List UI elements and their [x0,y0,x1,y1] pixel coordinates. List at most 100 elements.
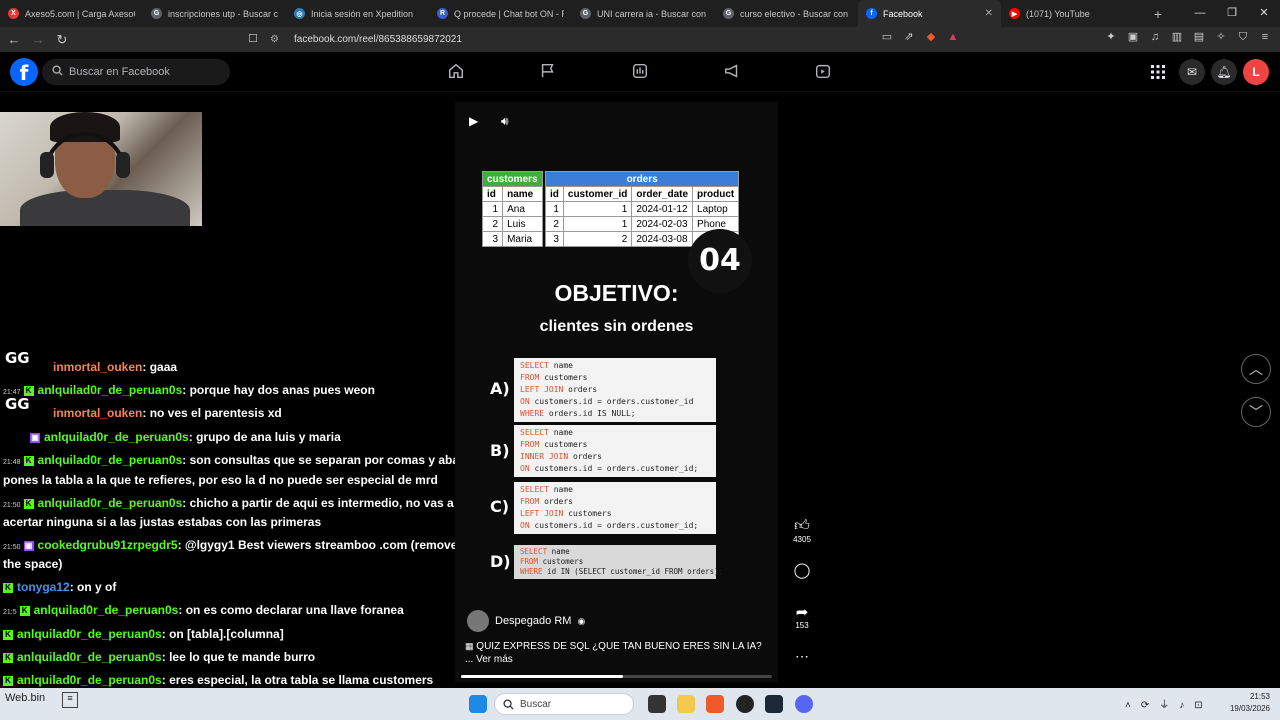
chat-username[interactable]: anlquilad0r_de_peruan0s [44,430,189,444]
author-avatar[interactable] [467,610,489,632]
gaming-icon[interactable] [814,62,834,82]
chat-username[interactable]: anlquilad0r_de_peruan0s [17,650,162,664]
sql-text: customers [539,373,588,382]
chat-text: : on y of [69,580,117,594]
sql-line: SELECT name [520,547,710,557]
brave-browser-icon[interactable] [706,695,724,713]
chat-text: : @lgygy1 Best viewers streamboo .com (r… [177,538,458,552]
reels-flag-icon[interactable] [539,62,559,82]
volume-icon[interactable]: 🔊︎ [501,114,517,130]
chat-username[interactable]: anlquilad0r_de_peruan0s [17,627,162,641]
chat-username[interactable]: anlquilad0r_de_peruan0s [34,603,179,617]
media-icon[interactable]: ♫ [1148,30,1162,44]
chat-text: the space) [3,557,63,571]
wallet-icon[interactable]: ▤ [1192,30,1206,44]
obs-icon[interactable] [736,695,754,713]
facebook-search[interactable]: Buscar en Facebook [42,59,230,85]
close-window-icon[interactable]: ✕ [1248,0,1280,27]
chat-username[interactable]: inmortal_ouken [53,406,142,420]
chat-username[interactable]: anlquilad0r_de_peruan0s [38,453,183,467]
chat-username[interactable]: anlquilad0r_de_peruan0s [17,673,162,687]
messenger-icon[interactable]: ✉ [1179,59,1205,85]
browser-tab[interactable]: G UNI carrera ia - Buscar con Go [572,0,715,27]
profile-avatar[interactable]: L [1243,59,1269,85]
restore-icon[interactable]: ❐ [1216,0,1248,27]
more-options-icon[interactable]: ⋯ [788,648,816,665]
see-more-link[interactable]: ... Ver más [465,654,513,665]
previous-reel-chevron-up-icon[interactable]: ︿ [1241,354,1271,384]
chat-username[interactable]: tonyga12 [17,580,70,594]
discord-icon[interactable] [795,695,813,713]
chat-timestamp: 21:5 [3,609,17,616]
browser-tab[interactable]: Gcurso electivo - Buscar con Go [715,0,858,27]
brave-shield-icon[interactable]: ◆ [924,30,938,44]
like-action[interactable]: 👍︎ 4305 [788,517,816,544]
option-letter: C) [490,497,510,516]
apps-grid-icon[interactable] [1150,64,1170,84]
play-icon[interactable]: ▶ [469,114,485,130]
sql-line: LEFT JOIN orders [520,384,710,396]
marketing-megaphone-icon[interactable] [723,62,743,82]
bookmark-icon[interactable]: ☐ [248,32,258,45]
chat-text: pones la tabla a la que te refieres, por… [3,473,438,487]
brave-rewards-icon[interactable]: ▲ [946,30,960,44]
share-icon[interactable]: ⇗ [902,30,916,44]
watch-icon[interactable] [631,62,651,82]
author-name[interactable]: Despegado RM [495,615,571,627]
ai-icon[interactable]: ✧ [1214,30,1228,44]
comment-action[interactable]: ◯ [788,561,816,579]
sql-keyword: SELECT [520,547,548,556]
chat-username[interactable]: anlquilad0r_de_peruan0s [38,496,183,510]
customers-table-title: customers [482,171,543,187]
sidebar-icon[interactable]: ▥ [1170,30,1184,44]
reel-video[interactable]: ▶ 🔊︎ customers id name 1 Ana 2 Luis 3 Maria or… [455,102,778,682]
home-icon[interactable] [447,62,467,82]
vpn-icon[interactable]: ⛉ [1236,30,1250,44]
next-reel-chevron-down-icon[interactable]: ﹀ [1241,397,1271,427]
clock[interactable]: 21:53 19/03/2026 [1230,691,1270,715]
system-tray-icons[interactable]: ˄⟳⏚♪⊡ [1125,696,1213,711]
sql-line: SELECT name [520,484,710,496]
notifications-bell-icon[interactable]: 🔔︎ [1211,59,1237,85]
browser-tab[interactable]: Ginscripciones utp - Buscar con G [143,0,286,27]
chat-username[interactable]: cookedgrubu91zrpegdr5 [38,538,178,552]
share-action[interactable]: ➦ 153 [788,603,816,630]
chat-username[interactable]: anlquilad0r_de_peruan0s [38,383,183,397]
like-thumb-icon[interactable]: 👍︎ [788,517,816,535]
facebook-logo-icon[interactable]: f [10,58,38,86]
window-controls: — ❐ ✕ [1184,0,1280,27]
steam-icon[interactable] [765,695,783,713]
option-letter: D) [490,552,511,571]
chat-username[interactable]: inmortal_ouken [53,360,142,374]
cast-icon[interactable]: ▭ [880,30,894,44]
text-icon[interactable]: ≡ [62,692,78,708]
progress-fill [461,675,623,678]
extensions-icon[interactable]: ✦ [1104,30,1118,44]
reel-author[interactable]: Despegado RM ◉ [467,610,585,632]
browser-tab[interactable]: ▶ (1071) YouTube [1001,0,1144,27]
task-view-icon[interactable] [648,695,666,713]
browser-tab[interactable]: X Axeso5.com | Carga AxesoCash [0,0,143,27]
taskbar-search[interactable]: Buscar [494,693,634,715]
forward-icon[interactable]: → [28,32,48,47]
windows-start-icon[interactable] [469,695,487,713]
share-arrow-icon[interactable]: ➦ [788,603,816,621]
video-progress-bar[interactable] [461,675,772,678]
table-column-header: order_date [631,186,694,202]
file-explorer-icon[interactable] [677,695,695,713]
new-tab-button[interactable]: + [1148,6,1168,22]
back-icon[interactable]: ← [4,32,24,47]
site-info-icon[interactable]: ⚙ [270,34,286,45]
screenshot-icon[interactable]: ▣ [1126,30,1140,44]
table-cell: 2024-03-08 [631,231,694,247]
reload-icon[interactable]: ↻ [52,32,72,48]
browser-tab[interactable]: ◎ Inicia sesión en Xpedition [286,0,429,27]
minimize-icon[interactable]: — [1184,0,1216,27]
menu-icon[interactable]: ≡ [1258,30,1272,44]
browser-tab[interactable]: R Q procede | Chat bot ON - Re [429,0,572,27]
chatbot-icon: R [437,8,448,19]
comment-bubble-icon[interactable]: ◯ [788,561,816,579]
close-tab-icon[interactable]: ✕ [985,8,993,19]
browser-tab[interactable]: f Facebook ✕ [858,0,1001,27]
sql-keyword: WHERE [520,409,545,418]
